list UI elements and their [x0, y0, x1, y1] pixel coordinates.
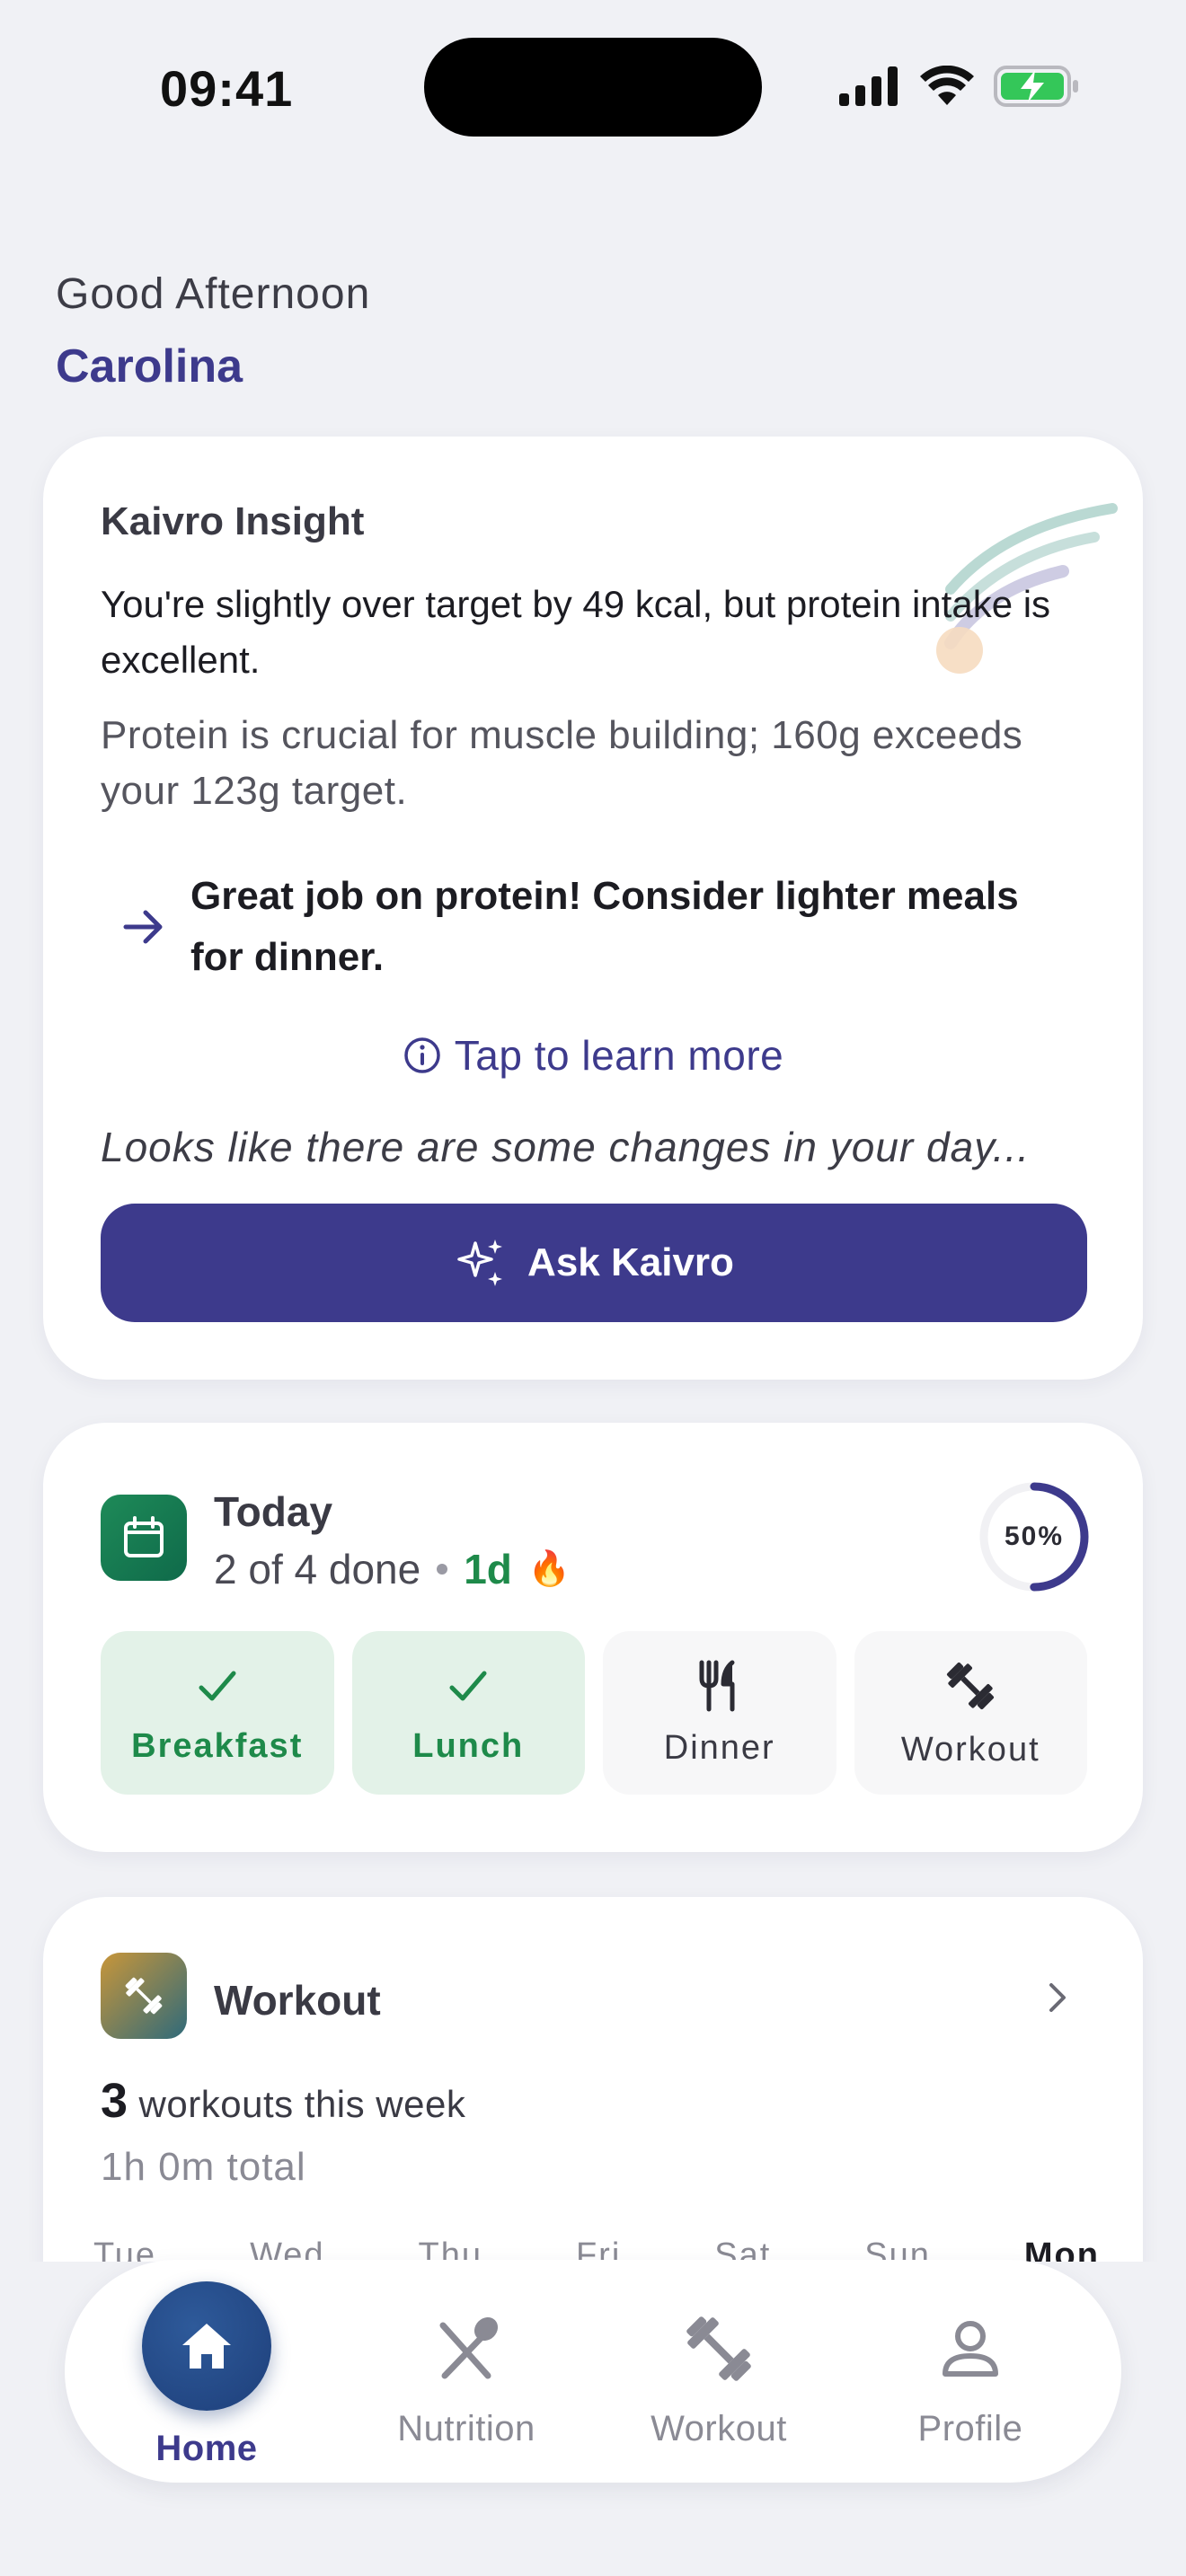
- greeting-text: Good Afternoon: [56, 270, 371, 318]
- insight-card[interactable]: Kaivro Insight You're slightly over targ…: [43, 437, 1143, 1380]
- workout-title: Workout: [214, 1977, 381, 2024]
- dynamic-island: [424, 38, 762, 137]
- today-title: Today: [214, 1488, 333, 1535]
- learn-more-label: Tap to learn more: [454, 1032, 784, 1079]
- task-label: Dinner: [663, 1728, 775, 1767]
- progress-percent: 50%: [1004, 1522, 1065, 1551]
- home-icon: [142, 2281, 271, 2411]
- tab-label: Home: [155, 2429, 258, 2468]
- done-count: 2 of 4 done: [214, 1546, 421, 1592]
- task-label: Lunch: [412, 1726, 525, 1765]
- separator-dot: [437, 1564, 448, 1575]
- changes-prompt: Looks like there are some changes in you…: [101, 1124, 1031, 1170]
- person-icon: [930, 2308, 1011, 2389]
- tip-text: Great job on protein! Consider lighter m…: [190, 874, 1019, 979]
- workout-count-number: 3: [101, 2074, 128, 2128]
- task-list: Breakfast Lunch Dinner Workout: [101, 1631, 1087, 1795]
- workout-badge-icon: [101, 1953, 187, 2039]
- task-workout[interactable]: Workout: [854, 1631, 1087, 1795]
- tab-workout[interactable]: Workout: [593, 2260, 845, 2483]
- tab-label: Workout: [651, 2409, 787, 2448]
- check-icon: [449, 1671, 487, 1700]
- task-breakfast[interactable]: Breakfast: [101, 1631, 334, 1795]
- insight-tip: Great job on protein! Consider lighter m…: [101, 866, 1071, 992]
- insight-headline: You're slightly over target by 49 kcal, …: [101, 583, 1051, 681]
- learn-more-link[interactable]: Tap to learn more: [43, 1031, 1143, 1080]
- calendar-icon: [101, 1495, 187, 1581]
- ask-kaivro-label: Ask Kaivro: [527, 1240, 734, 1284]
- tab-label: Nutrition: [397, 2409, 535, 2448]
- streak-count: 1d: [464, 1546, 512, 1592]
- tab-bar: Home Nutrition Workout Profile: [65, 2260, 1121, 2483]
- tab-profile[interactable]: Profile: [845, 2260, 1096, 2483]
- workout-total: 1h 0m total: [101, 2145, 306, 2189]
- sparkles-icon: [457, 1239, 503, 1286]
- insight-detail: Protein is crucial for muscle building; …: [101, 713, 1023, 813]
- today-card: Today 2 of 4 done 1d 🔥 50% Breakfast Lun…: [43, 1423, 1143, 1852]
- today-summary: 2 of 4 done 1d 🔥: [214, 1545, 571, 1593]
- status-bar: 09:41: [0, 0, 1186, 171]
- tab-nutrition[interactable]: Nutrition: [341, 2260, 592, 2483]
- user-name: Carolina: [56, 340, 243, 393]
- wifi-icon: [920, 66, 974, 105]
- spoon-knife-icon: [426, 2308, 507, 2389]
- fire-icon: 🔥: [527, 1550, 571, 1588]
- task-lunch[interactable]: Lunch: [351, 1631, 585, 1795]
- ask-kaivro-button[interactable]: Ask Kaivro: [101, 1204, 1087, 1322]
- workout-count-label: workouts this week: [138, 2083, 466, 2125]
- cellular-signal-icon: [839, 66, 898, 106]
- insight-title: Kaivro Insight: [101, 499, 365, 543]
- battery-charging-icon: [994, 66, 1078, 107]
- chevron-right-icon[interactable]: [1040, 1976, 1076, 2019]
- task-label: Workout: [900, 1730, 1040, 1769]
- dumbbell-icon: [947, 1662, 995, 1709]
- dumbbell-icon: [678, 2308, 759, 2389]
- task-dinner[interactable]: Dinner: [603, 1631, 836, 1795]
- arrow-right-icon: [123, 910, 163, 944]
- task-label: Breakfast: [131, 1726, 304, 1765]
- status-time: 09:41: [160, 60, 294, 117]
- tab-home[interactable]: Home: [81, 2260, 332, 2483]
- fork-knife-icon: [699, 1660, 735, 1711]
- tab-label: Profile: [917, 2409, 1023, 2448]
- workout-count: 3 workouts this week: [101, 2073, 465, 2129]
- info-icon: [404, 1037, 440, 1073]
- check-icon: [199, 1671, 236, 1700]
- status-icons: [839, 61, 1080, 111]
